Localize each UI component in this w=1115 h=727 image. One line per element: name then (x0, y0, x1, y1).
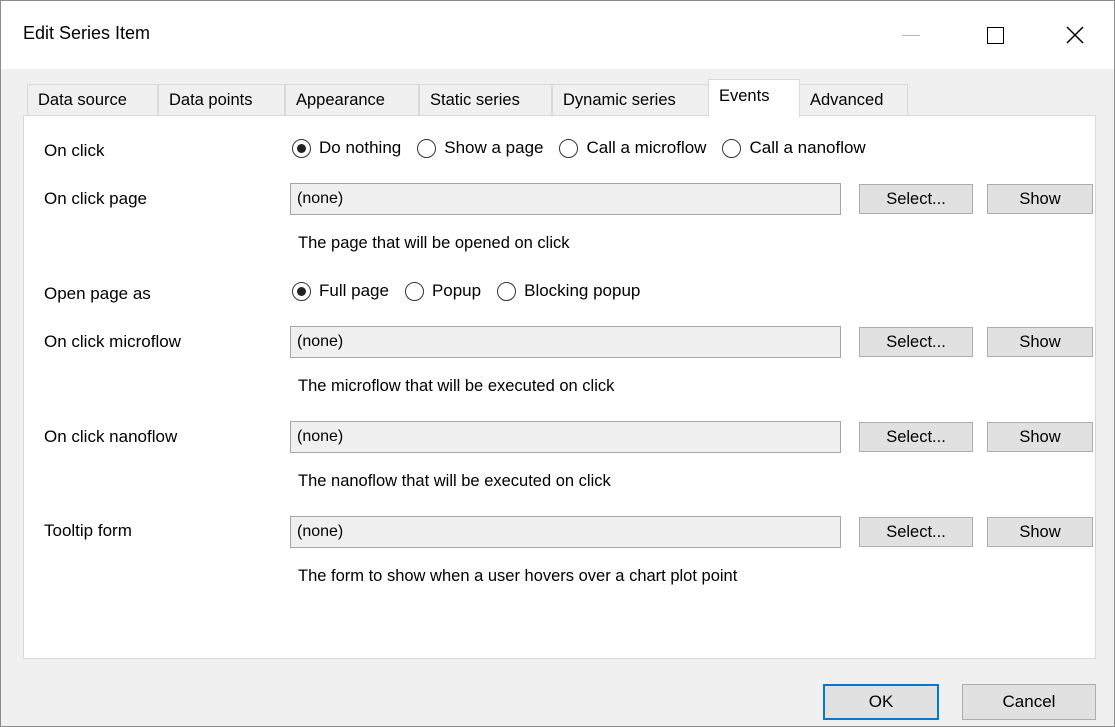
tooltip-form-hint: The form to show when a user hovers over… (298, 567, 738, 585)
open-page-as-radio-group: Full page Popup Blocking popup (292, 281, 656, 301)
cancel-button[interactable]: Cancel (962, 684, 1096, 720)
on-click-microflow-select-button[interactable]: Select... (859, 327, 973, 357)
on-click-nanoflow-show-button[interactable]: Show (987, 422, 1093, 452)
on-click-microflow-hint: The microflow that will be executed on c… (298, 377, 615, 395)
radio-full-page[interactable]: Full page (292, 281, 389, 301)
minimize-button[interactable] (867, 1, 955, 69)
tab-data-points[interactable]: Data points (158, 84, 285, 116)
open-page-as-label: Open page as (44, 284, 151, 303)
tab-data-source[interactable]: Data source (27, 84, 158, 116)
radio-call-a-microflow[interactable]: Call a microflow (559, 138, 706, 158)
edit-series-item-dialog: Edit Series Item Data source Data points… (0, 0, 1115, 727)
radio-label: Do nothing (319, 138, 402, 157)
on-click-page-show-button[interactable]: Show (987, 184, 1093, 214)
radio-selected-icon (292, 281, 311, 301)
tab-static-series[interactable]: Static series (419, 84, 552, 116)
radio-unselected-icon (559, 138, 579, 158)
radio-label: Show a page (444, 138, 544, 157)
radio-show-a-page[interactable]: Show a page (417, 138, 543, 158)
radio-do-nothing[interactable]: Do nothing (292, 138, 401, 158)
radio-label: Full page (319, 281, 389, 300)
on-click-label: On click (44, 141, 105, 160)
radio-label: Popup (431, 281, 482, 300)
tooltip-form-show-button[interactable]: Show (987, 517, 1093, 547)
on-click-microflow-label: On click microflow (44, 332, 181, 351)
radio-unselected-icon (417, 138, 437, 158)
minimize-icon (902, 34, 920, 36)
on-click-microflow-field[interactable]: (none) (290, 326, 841, 358)
tab-events[interactable]: Events (708, 79, 800, 117)
on-click-radio-group: Do nothing Show a page Call a microflow … (292, 138, 882, 158)
on-click-nanoflow-hint: The nanoflow that will be executed on cl… (298, 472, 611, 490)
radio-unselected-icon (404, 281, 424, 301)
on-click-nanoflow-select-button[interactable]: Select... (859, 422, 973, 452)
close-icon (1066, 26, 1084, 44)
on-click-page-select-button[interactable]: Select... (859, 184, 973, 214)
radio-popup[interactable]: Popup (404, 281, 482, 301)
on-click-nanoflow-label: On click nanoflow (44, 427, 178, 446)
radio-blocking-popup[interactable]: Blocking popup (497, 281, 640, 301)
radio-label: Call a nanoflow (749, 138, 866, 157)
tooltip-form-label: Tooltip form (44, 521, 132, 540)
on-click-page-label: On click page (44, 189, 147, 208)
title-bar: Edit Series Item (1, 1, 1114, 69)
tab-dynamic-series[interactable]: Dynamic series (552, 84, 709, 116)
radio-unselected-icon (722, 138, 742, 158)
close-button[interactable] (1031, 1, 1115, 69)
on-click-page-hint: The page that will be opened on click (298, 234, 570, 252)
radio-unselected-icon (497, 281, 517, 301)
events-panel: On click Do nothing Show a page Call a m… (23, 115, 1096, 659)
maximize-icon (986, 26, 1004, 44)
on-click-page-field[interactable]: (none) (290, 183, 841, 215)
radio-call-a-nanoflow[interactable]: Call a nanoflow (722, 138, 866, 158)
window-title: Edit Series Item (23, 23, 151, 43)
tooltip-form-field[interactable]: (none) (290, 516, 841, 548)
tab-advanced[interactable]: Advanced (799, 84, 908, 116)
tooltip-form-select-button[interactable]: Select... (859, 517, 973, 547)
radio-selected-icon (292, 138, 311, 158)
maximize-button[interactable] (951, 1, 1039, 69)
on-click-nanoflow-field[interactable]: (none) (290, 421, 841, 453)
radio-label: Call a microflow (586, 138, 707, 157)
ok-button[interactable]: OK (823, 684, 939, 720)
radio-label: Blocking popup (524, 281, 641, 300)
on-click-microflow-show-button[interactable]: Show (987, 327, 1093, 357)
tab-appearance[interactable]: Appearance (285, 84, 419, 116)
